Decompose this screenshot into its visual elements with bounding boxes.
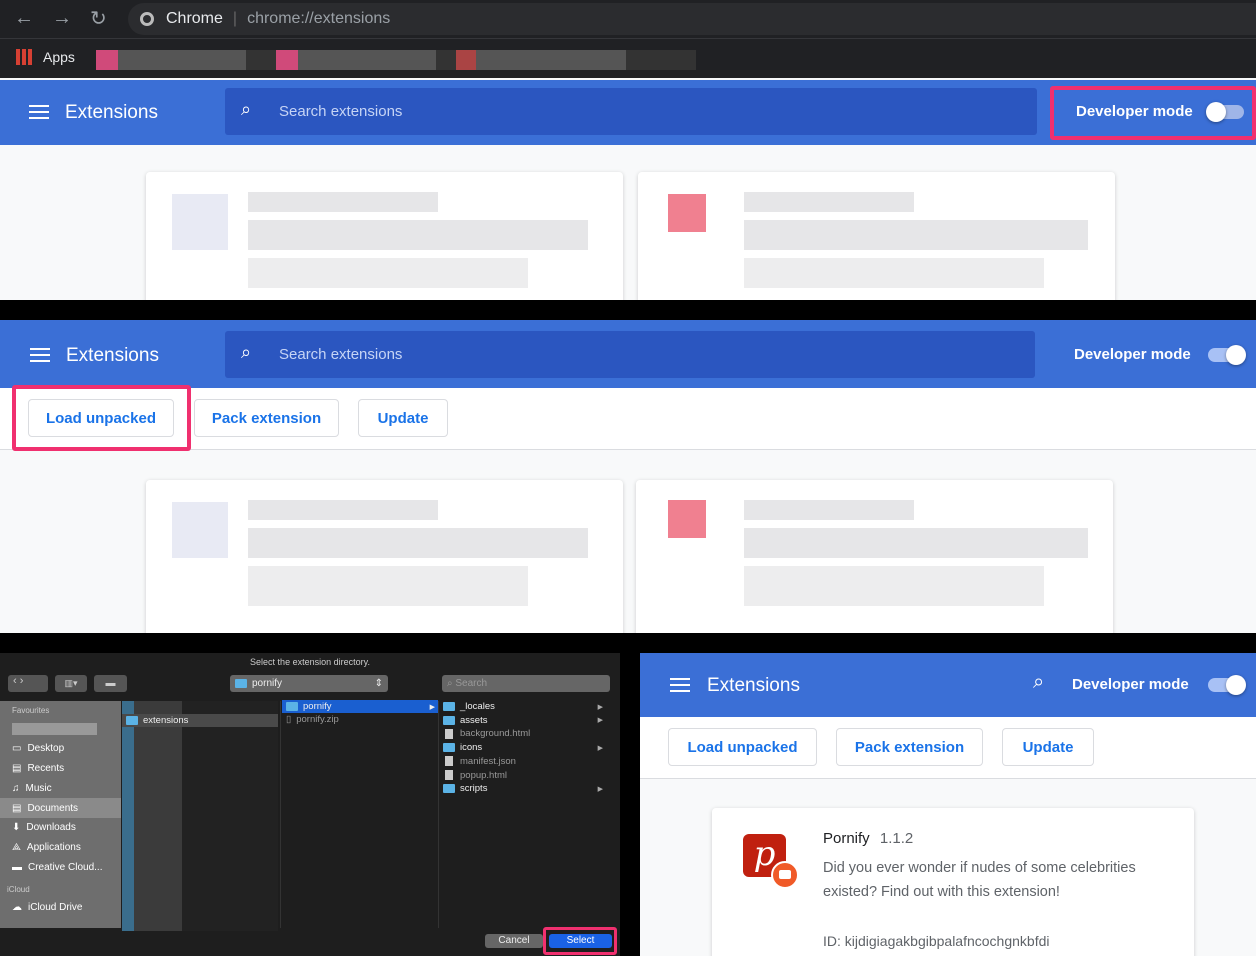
view-mode-button[interactable]: ▥▾	[55, 675, 87, 692]
file-pornify-zip[interactable]: ▯ pornify.zip	[286, 714, 339, 725]
search-icon: ⌕	[241, 342, 252, 362]
folder-icon	[235, 679, 247, 688]
developer-toolbar: Load unpacked Pack extension Update	[640, 717, 1256, 779]
panel-loaded-extension: Extensions ⌕ Developer mode Load unpacke…	[640, 653, 1256, 956]
file-item[interactable]: background.html	[443, 728, 603, 739]
hamburger-menu-icon[interactable]	[30, 348, 50, 362]
sidebar-desktop[interactable]: ▭ Desktop	[12, 743, 64, 754]
back-icon[interactable]: ←	[14, 7, 34, 30]
extensions-header: Extensions ⌕ Developer mode	[640, 653, 1256, 717]
developer-mode-label: Developer mode	[1074, 346, 1191, 363]
page-title: Extensions	[707, 675, 800, 696]
site-name: Chrome	[166, 10, 223, 27]
blurred-extension-card	[636, 480, 1113, 633]
extensions-header: Extensions ⌕ Search extensions Developer…	[0, 320, 1256, 388]
folder-item[interactable]: scripts ▶	[443, 783, 603, 794]
search-input[interactable]: ⌕ Search extensions	[225, 331, 1035, 378]
extension-name: Pornify	[823, 830, 870, 847]
column-divider	[438, 701, 439, 928]
location-dropdown[interactable]: pornify ⇕	[230, 675, 388, 692]
developer-toolbar: Load unpacked Pack extension Update	[0, 385, 1256, 451]
sidebar-documents[interactable]: ▤ Documents	[0, 798, 121, 818]
bookmarks-bar: Apps	[0, 38, 1256, 78]
sidebar-creative-cloud[interactable]: ▬ Creative Cloud...	[12, 862, 102, 873]
file-icon	[445, 756, 453, 767]
url-text: chrome://extensions	[247, 10, 391, 27]
icloud-label: iCloud	[7, 885, 30, 894]
update-button[interactable]: Update	[358, 399, 448, 437]
extension-id: ID: kijdigiagakbgibpalafncochgnkbfdi	[823, 933, 1050, 949]
pack-extension-button[interactable]: Pack extension	[836, 728, 983, 766]
hamburger-menu-icon[interactable]	[670, 678, 690, 692]
folder-icon	[443, 702, 455, 711]
panel-developer-mode-off: ← → ↻ Chrome | chrome://extensions Apps …	[0, 0, 1256, 300]
reload-icon[interactable]: ↻	[90, 6, 107, 31]
folder-icon	[443, 784, 455, 794]
blurred-sidebar-item	[12, 723, 97, 735]
folder-item[interactable]: _locales ▶	[443, 701, 603, 712]
file-icon	[445, 728, 453, 739]
search-placeholder: Search extensions	[279, 103, 403, 120]
extensions-header: Extensions ⌕ Search extensions Developer…	[0, 80, 1256, 145]
developer-mode-highlight	[1050, 86, 1256, 140]
chrome-icon	[140, 12, 154, 26]
folder-item[interactable]: icons ▶	[443, 742, 603, 753]
folder-pornify[interactable]: pornify ▶	[282, 700, 438, 713]
dialog-search-input[interactable]: ⌕ Search	[442, 675, 610, 692]
forward-icon[interactable]: →	[52, 7, 72, 30]
sidebar-music[interactable]: ♫ Music	[12, 783, 52, 794]
favourites-label: Favourites	[12, 706, 50, 715]
blurred-extension-card	[638, 172, 1115, 300]
load-unpacked-button[interactable]: Load unpacked	[668, 728, 817, 766]
camera-badge-icon	[771, 861, 799, 889]
new-folder-button[interactable]: ▬	[94, 675, 127, 692]
select-directory-dialog: Select the extension directory. ‹ › ▥▾ ▬…	[0, 653, 620, 956]
search-placeholder: Search extensions	[279, 346, 403, 363]
apps-bookmark[interactable]: Apps	[43, 49, 75, 65]
back-forward-buttons[interactable]: ‹ ›	[8, 675, 48, 692]
browser-toolbar: ← → ↻ Chrome | chrome://extensions	[0, 0, 1256, 38]
blurred-extension-card	[146, 480, 623, 633]
pack-extension-button[interactable]: Pack extension	[194, 399, 339, 437]
separator: |	[232, 10, 238, 27]
select-highlight	[543, 927, 617, 955]
sidebar-applications[interactable]: ⟁ Applications	[12, 842, 81, 853]
address-bar[interactable]: Chrome | chrome://extensions	[128, 3, 1256, 35]
update-button[interactable]: Update	[1002, 728, 1094, 766]
extension-description: Did you ever wonder if nudes of some cel…	[823, 860, 1136, 900]
folder-icon	[443, 715, 455, 725]
sidebar-recents[interactable]: ▤ Recents	[12, 763, 64, 774]
search-input[interactable]: ⌕ Search extensions	[225, 88, 1037, 135]
dialog-sidebar: Favourites ▭ Desktop ▤ Recents ♫ Music ▤…	[0, 701, 121, 928]
column-divider	[280, 701, 281, 928]
extension-version: 1.1.2	[879, 830, 914, 847]
hamburger-menu-icon[interactable]	[29, 105, 49, 119]
search-icon: ⌕	[241, 99, 252, 119]
file-icon	[445, 770, 453, 780]
file-item[interactable]: popup.html	[443, 770, 603, 781]
apps-grid-icon	[16, 49, 32, 65]
extension-card-pornify: p Pornify 1.1.2 Did you ever wonder if n…	[712, 808, 1194, 956]
developer-mode-label: Developer mode	[1072, 676, 1189, 693]
blurred-column	[122, 701, 278, 931]
folder-item[interactable]: assets ▶	[443, 715, 603, 726]
cancel-button[interactable]: Cancel	[485, 934, 543, 948]
blurred-bookmarks	[96, 50, 696, 70]
folder-icon	[443, 743, 455, 753]
developer-mode-toggle-on[interactable]	[1208, 345, 1246, 365]
page-title: Extensions	[65, 102, 158, 123]
developer-mode-toggle-on[interactable]	[1208, 675, 1246, 695]
search-icon[interactable]: ⌕	[1033, 671, 1044, 694]
sidebar-downloads[interactable]: ⬇ Downloads	[12, 822, 76, 833]
page-title: Extensions	[66, 345, 159, 366]
dialog-title: Select the extension directory.	[250, 657, 370, 667]
blurred-extension-card	[146, 172, 623, 300]
file-item[interactable]: manifest.json	[443, 756, 603, 767]
load-unpacked-highlight	[12, 385, 191, 451]
panel-developer-mode-on: Extensions ⌕ Search extensions Developer…	[0, 320, 1256, 633]
sidebar-icloud-drive[interactable]: ☁ iCloud Drive	[12, 902, 82, 913]
folder-extensions[interactable]: extensions	[122, 714, 278, 727]
